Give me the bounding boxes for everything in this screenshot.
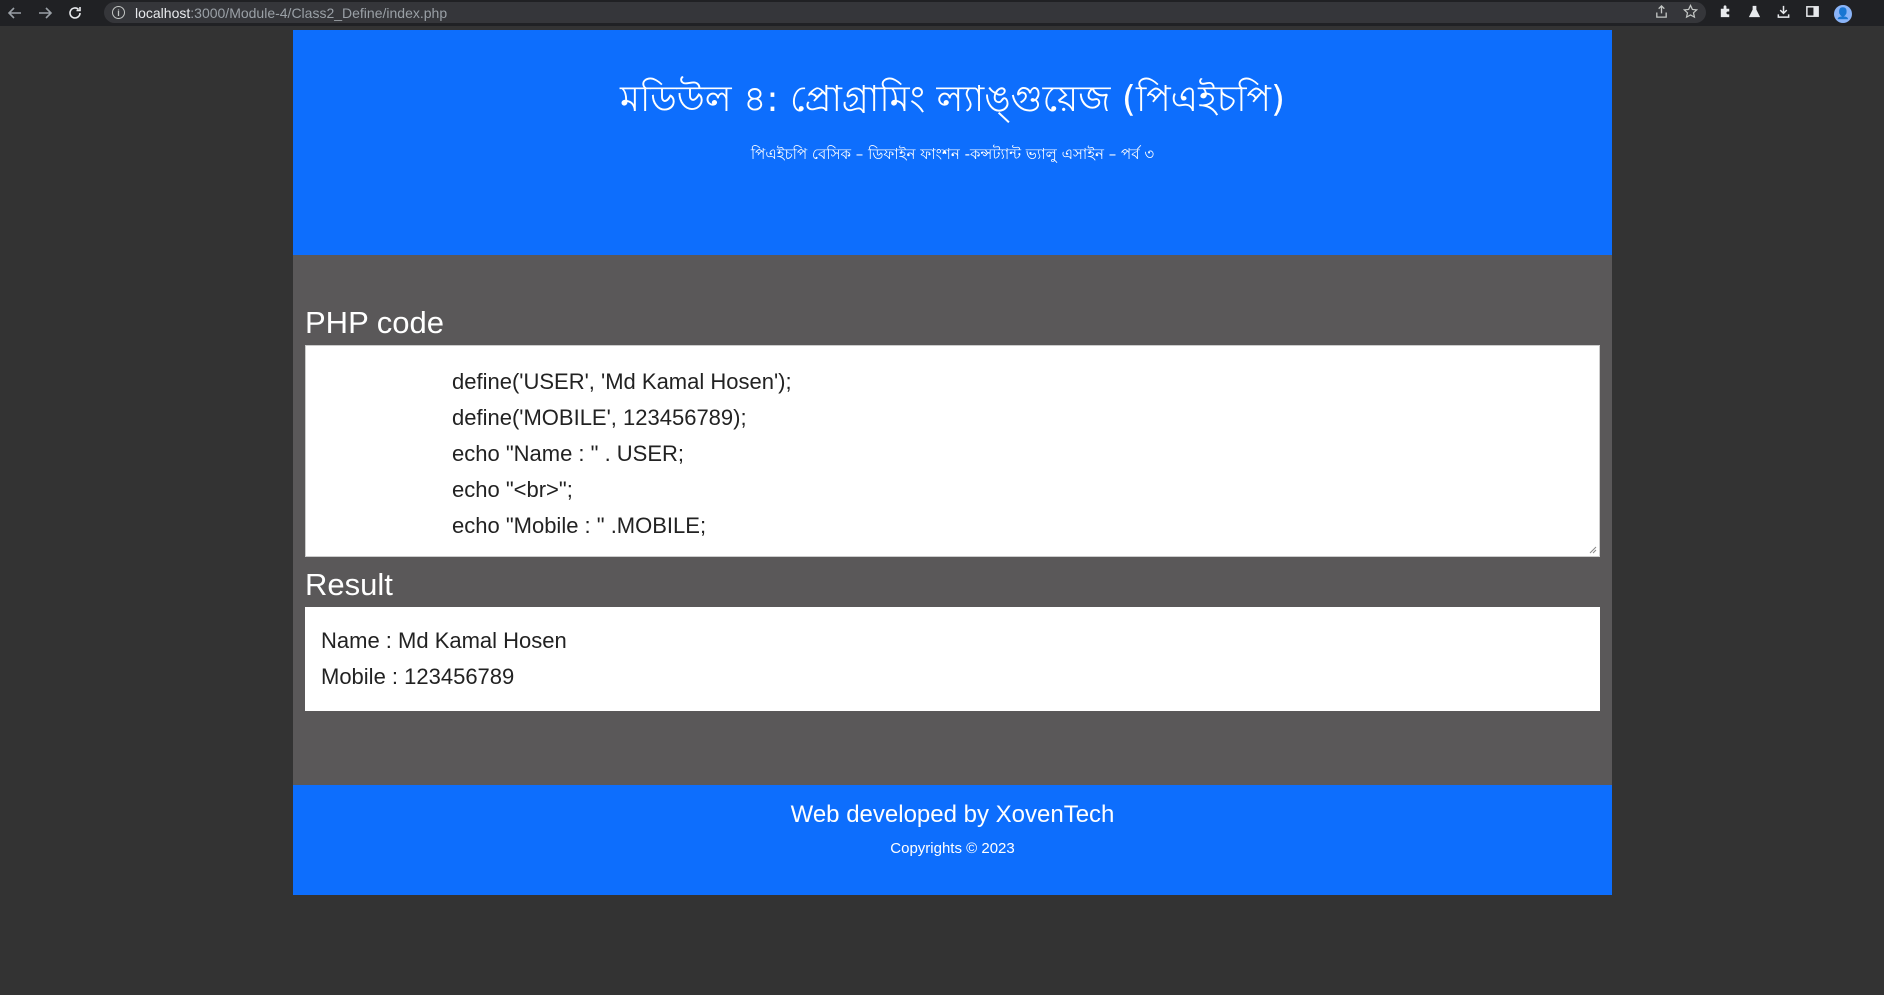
main-content: PHP code define('USER', 'Md Kamal Hosen'… <box>293 255 1612 785</box>
extensions-icon[interactable] <box>1718 4 1733 23</box>
download-icon[interactable] <box>1776 4 1791 23</box>
page-subtitle: পিএইচপি বেসিক – ডিফাইন ফাংশন -কন্সট্যান্… <box>750 145 1155 163</box>
result-output: Name : Md Kamal Hosen Mobile : 123456789 <box>305 607 1600 711</box>
code-line: define('MOBILE', 123456789); <box>452 405 747 430</box>
page-title: মডিউল ৪: প্রোগ্রামিং ল্যাঙ্গুয়েজ (পিএইচ… <box>619 79 1286 120</box>
site-info-icon[interactable]: i <box>112 6 125 19</box>
share-icon[interactable] <box>1654 4 1669 23</box>
code-line: echo "<br>"; <box>452 477 573 502</box>
url-host: localhost <box>135 4 191 21</box>
code-line: echo "Name : " . USER; <box>452 441 685 466</box>
resize-handle-icon[interactable] <box>1587 544 1597 554</box>
footer-copyright: Copyrights © 2023 <box>890 840 1015 857</box>
browser-toolbar: i localhost:3000/Module-4/Class2_Define/… <box>0 0 1884 26</box>
forward-icon[interactable] <box>35 3 55 23</box>
bookmark-star-icon[interactable] <box>1682 3 1699 23</box>
profile-avatar[interactable]: 👤 <box>1834 4 1852 23</box>
reload-icon[interactable] <box>65 3 85 23</box>
result-section-title: Result <box>305 567 393 602</box>
footer-credit: Web developed by XovenTech <box>790 801 1115 828</box>
result-line: Mobile : 123456789 <box>321 664 515 689</box>
site-footer: Web developed by XovenTech Copyrights © … <box>293 785 1612 895</box>
url-text[interactable]: localhost:3000/Module-4/Class2_Define/in… <box>135 5 447 21</box>
url-path: :3000/Module-4/Class2_Define/index.php <box>190 4 448 21</box>
address-bar[interactable]: i localhost:3000/Module-4/Class2_Define/… <box>104 2 1706 23</box>
code-line: define('USER', 'Md Kamal Hosen'); <box>452 369 792 394</box>
labs-flask-icon[interactable] <box>1747 4 1762 23</box>
code-section-title: PHP code <box>305 305 445 340</box>
code-line: echo "Mobile : " .MOBILE; <box>452 513 707 538</box>
site-header: মডিউল ৪: প্রোগ্রামিং ল্যাঙ্গুয়েজ (পিএইচ… <box>293 30 1612 255</box>
result-line: Name : Md Kamal Hosen <box>321 628 567 653</box>
page-container: মডিউল ৪: প্রোগ্রামিং ল্যাঙ্গুয়েজ (পিএইচ… <box>293 30 1612 895</box>
back-icon[interactable] <box>5 3 25 23</box>
php-code-textarea[interactable]: define('USER', 'Md Kamal Hosen'); define… <box>305 345 1600 557</box>
side-panel-icon[interactable] <box>1805 4 1820 23</box>
